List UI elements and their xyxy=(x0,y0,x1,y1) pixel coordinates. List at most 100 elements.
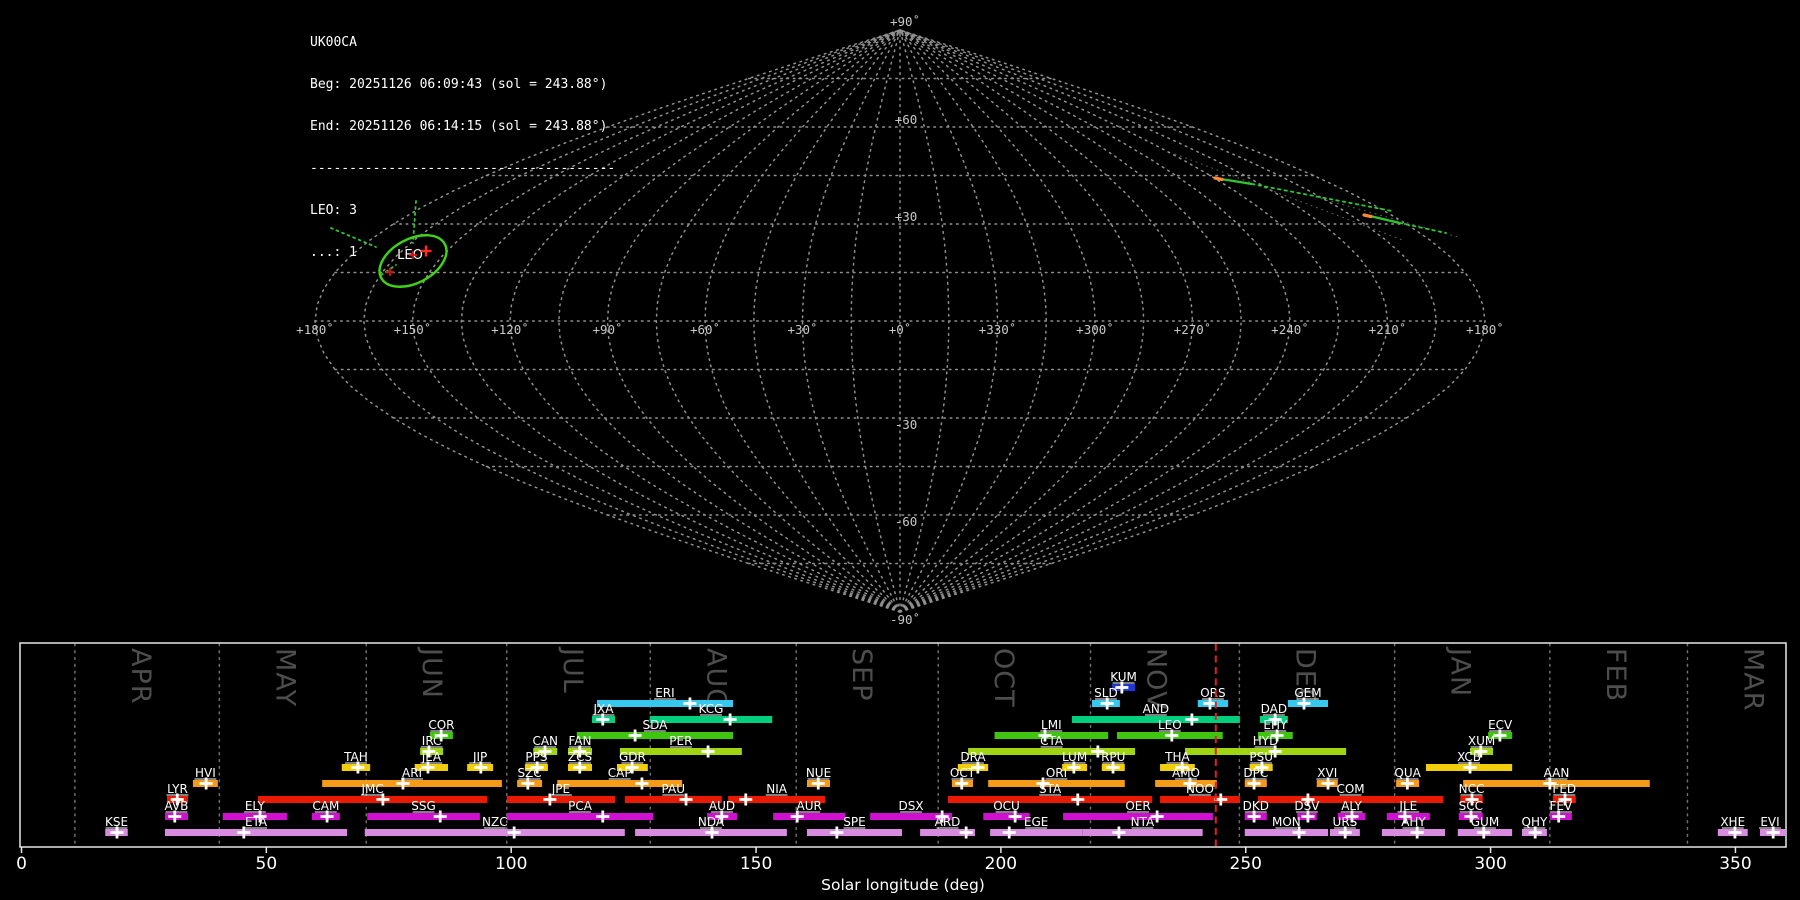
shower-label: AVB xyxy=(165,799,189,813)
x-tick-label: 150 xyxy=(740,854,772,874)
meteor-track-dotted xyxy=(1399,222,1447,234)
shower-label: EGE xyxy=(1024,815,1048,829)
shower-label: SDA xyxy=(642,718,668,732)
right-ascension-label: +0˚ xyxy=(889,322,912,337)
right-ascension-label: +300˚ xyxy=(1076,322,1114,337)
sky-map: +90˚ -90˚ +60 +30 -30 -60 +180˚ +150˚ +120˚ +90˚ +… xyxy=(296,14,1504,627)
meteor-track-tip xyxy=(1213,176,1224,182)
right-ascension-label: +30˚ xyxy=(787,322,817,337)
shower-label: KUM xyxy=(1110,670,1137,684)
shower-label: JPE xyxy=(551,782,570,796)
x-tick-label: 250 xyxy=(1230,854,1262,874)
shower-label: XHE xyxy=(1720,815,1745,829)
shower-bar xyxy=(506,796,616,803)
right-ascension-label: +90˚ xyxy=(592,322,622,337)
shower-label: FEV xyxy=(1550,799,1573,813)
x-tick-label: 50 xyxy=(256,854,278,874)
shower-bar xyxy=(1244,829,1329,836)
shower-label: COM xyxy=(1336,782,1364,796)
x-tick-label: 100 xyxy=(495,854,527,874)
month-label: JAN xyxy=(1445,646,1476,697)
right-ascension-label: +150˚ xyxy=(394,322,432,337)
shower-label: LEO xyxy=(1158,718,1182,732)
shower-label: JLE xyxy=(1398,799,1417,813)
shower-bar xyxy=(322,780,502,787)
right-ascension-label: +330˚ xyxy=(979,322,1017,337)
x-tick-label: 350 xyxy=(1719,854,1751,874)
shower-bar xyxy=(364,829,625,836)
shower-bar xyxy=(1082,829,1203,836)
meteor-observation-screen: +90˚ -90˚ +60 +30 -30 -60 +180˚ +150˚ +120˚ +90˚ +… xyxy=(0,0,1800,900)
shower-label: SZC xyxy=(517,766,541,780)
shower-label: AAN xyxy=(1544,766,1570,780)
end-time-line: End: 20251126 06:14:15 (sol = 243.88°) xyxy=(310,119,608,134)
observation-info-block: UK00CA Beg: 20251126 06:09:43 (sol = 243… xyxy=(310,8,615,288)
right-ascension-label: +180˚ xyxy=(1466,322,1504,337)
right-ascension-label: +120˚ xyxy=(491,322,529,337)
shower-label: AUR xyxy=(797,799,822,813)
shower-label: NTA xyxy=(1131,815,1155,829)
shower-label: AHY xyxy=(1401,815,1426,829)
right-ascension-label: +210˚ xyxy=(1369,322,1407,337)
shower-label: ERI xyxy=(655,686,674,700)
shower-label: CAP xyxy=(608,766,632,780)
month-label: JUL xyxy=(557,646,588,694)
declination-label: +60 xyxy=(895,112,918,127)
shower-bar xyxy=(806,829,902,836)
shower-label: THA xyxy=(1164,750,1190,764)
shower-label: SSG xyxy=(411,799,436,813)
shower-label: AMO xyxy=(1172,766,1200,780)
shower-label: ETA xyxy=(245,815,268,829)
shower-label: PAU xyxy=(662,782,685,796)
declination-label: -30 xyxy=(895,417,918,432)
shower-bar xyxy=(773,813,846,820)
shower-label: KCG xyxy=(699,702,724,716)
month-label: FEB xyxy=(1600,648,1631,702)
separator-line: --------------------------------------- xyxy=(310,161,616,176)
shower-label: ARI xyxy=(402,766,422,780)
shower-label: OER xyxy=(1125,799,1150,813)
shower-label: CTA xyxy=(1040,734,1064,748)
month-label: MAY xyxy=(269,648,300,707)
meteor-track-solid xyxy=(1369,214,1401,225)
shower-label: JEA xyxy=(421,750,442,764)
meteor-track-tip xyxy=(1362,213,1373,219)
shower-label: IRC xyxy=(422,734,442,748)
shower-label: ELY xyxy=(245,799,266,813)
shower-label: AND xyxy=(1143,702,1169,716)
shower-label: NZC xyxy=(482,815,508,829)
month-label: MAR xyxy=(1737,648,1768,712)
shower-label: PCA xyxy=(568,799,593,813)
shower-label: JMC xyxy=(360,782,383,796)
count-leo-line: LEO: 3 xyxy=(310,203,357,218)
shower-bar xyxy=(506,813,654,820)
shower-bar xyxy=(1160,796,1240,803)
right-ascension-label: +180˚ xyxy=(296,322,334,337)
begin-time-line: Beg: 20251126 06:09:43 (sol = 243.88°) xyxy=(310,77,608,92)
shower-label: TAH xyxy=(343,750,368,764)
shower-label: NOO xyxy=(1186,782,1214,796)
shower-label: NIA xyxy=(766,782,788,796)
shower-bar xyxy=(576,732,734,739)
station-code: UK00CA xyxy=(310,35,357,50)
shower-bar xyxy=(948,796,1153,803)
x-tick-label: 200 xyxy=(985,854,1017,874)
x-axis-title: Solar longitude (deg) xyxy=(821,876,985,894)
shower-bar xyxy=(258,796,488,803)
month-label: SEP xyxy=(846,648,877,701)
month-label: APR xyxy=(125,648,156,705)
shower-label: MON xyxy=(1272,815,1301,829)
shower-label: DKD xyxy=(1243,799,1269,813)
x-tick-label: 300 xyxy=(1474,854,1506,874)
right-ascension-label: +270˚ xyxy=(1174,322,1212,337)
shower-label: ARD xyxy=(935,815,961,829)
meteor-trace-line xyxy=(1174,153,1406,242)
x-tick-label: 0 xyxy=(16,854,27,874)
shower-label: STA xyxy=(1039,782,1062,796)
shower-label: DRA xyxy=(960,750,986,764)
shower-label: DPC xyxy=(1243,766,1268,780)
month-label: JUN xyxy=(416,646,447,699)
month-label: OCT xyxy=(988,648,1019,708)
shower-label: EVI xyxy=(1760,815,1779,829)
meteor-track-dotted xyxy=(1251,183,1393,212)
